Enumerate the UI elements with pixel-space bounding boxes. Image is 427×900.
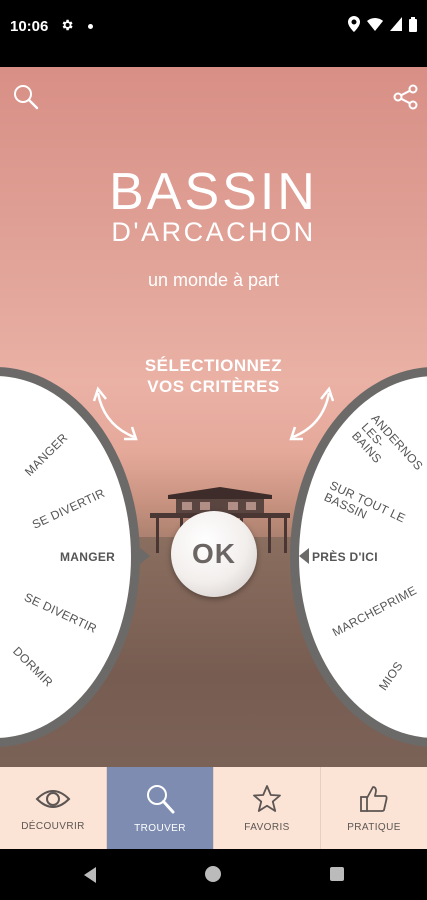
- share-icon[interactable]: [392, 83, 420, 111]
- search-icon[interactable]: [12, 83, 40, 111]
- ok-button-label: OK: [192, 538, 236, 569]
- title-line-1: BASSIN: [109, 163, 318, 221]
- back-icon[interactable]: [82, 866, 98, 884]
- bottom-nav: DÉCOUVRIR TROUVER FAVORIS PRATIQUE: [0, 767, 427, 849]
- location-item-selected[interactable]: PRÈS D'ICI: [312, 550, 378, 564]
- tab-label: TROUVER: [134, 822, 186, 834]
- tab-pratique[interactable]: PRATIQUE: [321, 767, 427, 849]
- home-icon[interactable]: [204, 865, 222, 883]
- star-icon: [253, 784, 281, 812]
- tab-label: DÉCOUVRIR: [21, 820, 85, 832]
- tagline: un monde à part: [147, 270, 280, 290]
- left-wheel-pointer-icon: [140, 548, 150, 564]
- location-icon: [348, 16, 360, 32]
- thumbs-up-icon: [360, 785, 388, 812]
- eye-icon: [35, 789, 71, 808]
- system-nav-bar: [0, 849, 427, 900]
- tab-decouvrir[interactable]: DÉCOUVRIR: [0, 767, 107, 849]
- magnifier-icon: [147, 784, 175, 813]
- tab-trouver[interactable]: TROUVER: [107, 767, 214, 849]
- notification-dot-icon: [88, 24, 93, 29]
- status-icons: [348, 16, 417, 32]
- tab-label: PRATIQUE: [347, 821, 401, 833]
- tab-label: FAVORIS: [244, 821, 290, 833]
- status-time: 10:06: [10, 18, 49, 35]
- wifi-icon: [367, 17, 383, 31]
- signal-icon: [390, 17, 402, 31]
- recents-icon[interactable]: [329, 866, 345, 882]
- status-bar: 10:06: [0, 0, 427, 67]
- category-item-selected[interactable]: MANGER: [60, 550, 115, 564]
- title-line-2: D'ARCACHON: [111, 217, 316, 247]
- gear-icon: [62, 19, 73, 31]
- right-wheel-pointer-icon: [299, 548, 309, 564]
- tab-favoris[interactable]: FAVORIS: [214, 767, 321, 849]
- ok-button[interactable]: OK: [171, 511, 257, 597]
- battery-icon: [409, 16, 417, 32]
- select-line-1: SÉLECTIONNEZ: [144, 356, 283, 375]
- hero-background: BASSIN D'ARCACHON un monde à part SÉLECT…: [0, 67, 427, 767]
